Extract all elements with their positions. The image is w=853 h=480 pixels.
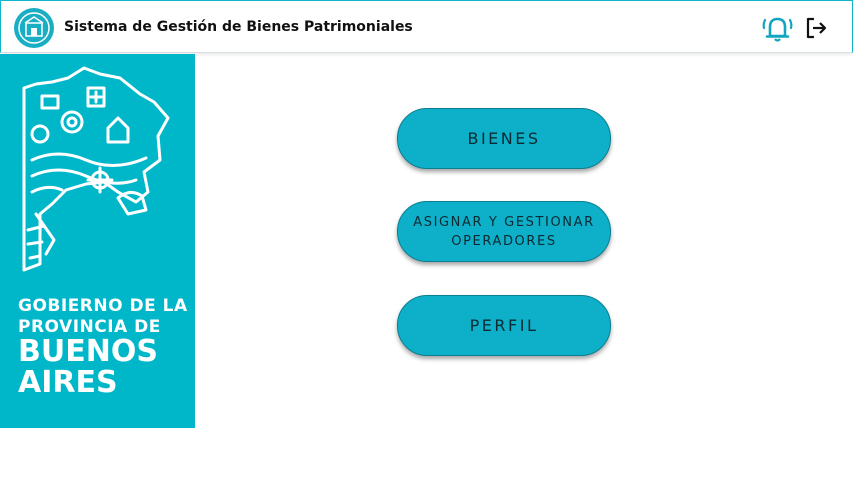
bienes-button-label: BIENES xyxy=(467,129,541,148)
perfil-button-label: PERFIL xyxy=(469,316,539,335)
gov-line-4: AIRES xyxy=(18,365,118,400)
gov-line-1: GOBIERNO DE LA xyxy=(18,296,188,316)
sidebar-brand-panel: GOBIERNO DE LA PROVINCIA DE BUENOS AIRES xyxy=(0,54,195,428)
asignar-line-2: OPERADORES xyxy=(451,233,557,249)
gov-label-large: BUENOS AIRES xyxy=(18,336,158,398)
perfil-button[interactable]: PERFIL xyxy=(397,295,611,356)
top-bar: Sistema de Gestión de Bienes Patrimonial… xyxy=(0,0,853,53)
asignar-operadores-button[interactable]: ASIGNAR Y GESTIONAR OPERADORES xyxy=(397,201,611,262)
gov-line-3: BUENOS xyxy=(18,334,158,369)
asignar-line-1: ASIGNAR Y GESTIONAR xyxy=(413,214,595,230)
logo-seal-icon xyxy=(14,8,54,48)
app-title: Sistema de Gestión de Bienes Patrimonial… xyxy=(64,19,413,35)
bienes-button[interactable]: BIENES xyxy=(397,108,611,169)
gov-label-small: GOBIERNO DE LA PROVINCIA DE xyxy=(18,296,188,338)
logout-icon[interactable] xyxy=(804,16,828,40)
bell-icon[interactable] xyxy=(761,14,794,42)
province-illustration-icon xyxy=(22,66,170,272)
